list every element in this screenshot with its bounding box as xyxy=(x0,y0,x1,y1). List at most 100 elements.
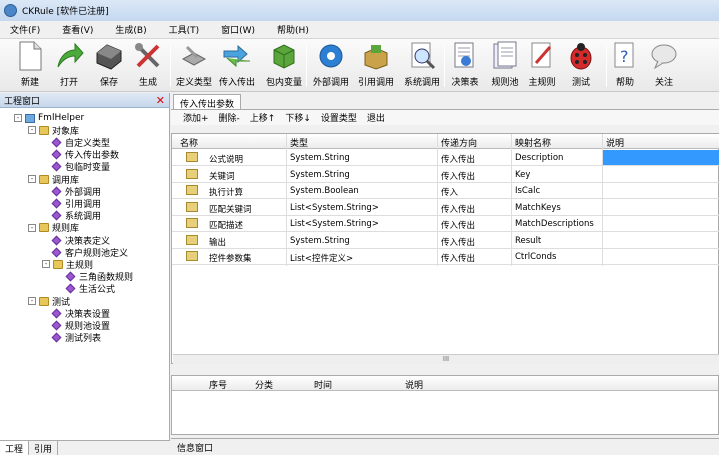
collapse-toggle[interactable]: - xyxy=(14,114,22,122)
menu-help[interactable]: 帮助(H) xyxy=(277,23,309,36)
cell-map[interactable]: CtrlConds xyxy=(515,252,556,262)
reference-call-button[interactable]: 引用调用 xyxy=(354,41,398,88)
tree-node[interactable]: 客户规则池定义 xyxy=(42,246,128,259)
package-variable-button[interactable]: 包内变量 xyxy=(262,41,306,88)
cell-type[interactable]: System.String xyxy=(290,153,350,163)
save-button[interactable]: 保存 xyxy=(87,41,131,88)
tree-node[interactable]: 自定义类型 xyxy=(42,136,110,149)
tree-node[interactable]: 决策表定义 xyxy=(42,234,110,247)
move-up-button[interactable]: 上移↑ xyxy=(250,111,276,124)
column-header-mapping[interactable]: 映射名称 xyxy=(515,136,551,149)
cell-name[interactable]: 控件参数集 xyxy=(209,252,252,264)
cell-map[interactable]: MatchKeys xyxy=(515,203,561,213)
info-column-index[interactable]: 序号 xyxy=(209,378,227,391)
cell-dir[interactable]: 传入 xyxy=(441,186,458,198)
menu-window[interactable]: 窗口(W) xyxy=(221,23,255,36)
cell-map[interactable]: Key xyxy=(515,170,530,180)
test-button[interactable]: 测试 xyxy=(559,41,603,88)
new-button[interactable]: 新建 xyxy=(8,41,52,88)
tree-node[interactable]: 生活公式 xyxy=(56,283,115,295)
tab-info-window[interactable]: 信息窗口 xyxy=(171,438,719,454)
cell-name[interactable]: 关键词 xyxy=(209,170,235,182)
cell-dir[interactable]: 传入传出 xyxy=(441,252,475,264)
table-row[interactable]: 公式说明 System.String 传入传出 Description xyxy=(172,150,719,166)
tree-node[interactable]: 引用调用 xyxy=(42,197,101,210)
cell-dir[interactable]: 传入传出 xyxy=(441,170,475,182)
column-header-direction[interactable]: 传递方向 xyxy=(441,136,477,149)
tree-node[interactable]: 传入传出参数 xyxy=(42,149,119,161)
tab-project[interactable]: 工程 xyxy=(0,441,30,455)
horizontal-scrollbar[interactable]: III xyxy=(173,354,719,364)
system-call-button[interactable]: 系统调用 xyxy=(400,41,444,88)
table-row[interactable]: 输出 System.String 传入传出 Result xyxy=(172,233,719,249)
menu-view[interactable]: 查看(V) xyxy=(62,23,93,36)
tree-node[interactable]: - 测试 xyxy=(28,295,70,308)
collapse-toggle[interactable]: - xyxy=(28,223,36,232)
collapse-toggle[interactable]: - xyxy=(28,297,36,305)
tree-node[interactable]: 包临时变量 xyxy=(42,161,110,173)
cell-dir[interactable]: 传入传出 xyxy=(441,153,475,165)
add-button[interactable]: 添加+ xyxy=(183,111,209,124)
table-row[interactable]: 控件参数集 List<控件定义> 传入传出 CtrlConds xyxy=(172,249,719,265)
cell-type[interactable]: List<控件定义> xyxy=(290,252,353,264)
table-row[interactable]: 匹配描述 List<System.String> 传入传出 MatchDescript… xyxy=(172,216,719,232)
collapse-toggle[interactable]: - xyxy=(28,126,36,135)
tree-node[interactable]: - 规则库 xyxy=(28,222,79,234)
tree-node[interactable]: 规则池设置 xyxy=(42,319,110,332)
cell-map[interactable]: Result xyxy=(515,236,541,246)
cell-type[interactable]: System.String xyxy=(290,170,350,180)
info-column-description[interactable]: 说明 xyxy=(405,378,423,391)
table-row[interactable]: 执行计算 System.Boolean 传入 IsCalc xyxy=(172,183,719,199)
info-column-time[interactable]: 时间 xyxy=(314,378,332,391)
tree-node[interactable]: 三角函数规则 xyxy=(56,271,133,283)
cell-type[interactable]: List<System.String> xyxy=(290,203,379,213)
tree-node[interactable]: 测试列表 xyxy=(42,332,101,344)
cell-map[interactable]: IsCalc xyxy=(515,186,540,196)
build-button[interactable]: 生成 xyxy=(126,41,170,88)
cell-dir[interactable]: 传入传出 xyxy=(441,236,475,248)
menu-file[interactable]: 文件(F) xyxy=(10,23,40,36)
tab-io-params[interactable]: 传入传出参数 xyxy=(173,94,242,110)
cell-type[interactable]: System.String xyxy=(290,236,350,246)
cell-desc[interactable] xyxy=(603,150,719,165)
tree-node[interactable]: 决策表设置 xyxy=(42,307,110,320)
external-call-button[interactable]: 外部调用 xyxy=(309,41,353,88)
cell-name[interactable]: 匹配关键词 xyxy=(209,203,252,215)
menu-tools[interactable]: 工具(T) xyxy=(169,23,200,36)
column-header-name[interactable]: 名称 xyxy=(180,136,198,149)
open-button[interactable]: 打开 xyxy=(47,41,91,88)
tree-node[interactable]: - 调用库 xyxy=(28,173,79,186)
main-rule-button[interactable]: 主规则 xyxy=(520,41,564,88)
cell-name[interactable]: 执行计算 xyxy=(209,186,243,198)
collapse-toggle[interactable]: - xyxy=(42,260,50,269)
close-icon[interactable]: ✕ xyxy=(156,94,165,107)
cell-name[interactable]: 输出 xyxy=(209,236,226,248)
tree-node[interactable]: - FmlHelper xyxy=(14,112,84,124)
move-down-button[interactable]: 下移↓ xyxy=(285,111,311,124)
tree-node[interactable]: - 主规则 xyxy=(42,258,93,271)
tree-node[interactable]: 系统调用 xyxy=(42,210,101,222)
column-header-description[interactable]: 说明 xyxy=(606,136,624,149)
define-type-button[interactable]: 定义类型 xyxy=(172,41,216,88)
cell-name[interactable]: 公式说明 xyxy=(209,153,243,165)
delete-button[interactable]: 删除- xyxy=(219,111,240,124)
io-button[interactable]: 传入传出 xyxy=(215,41,259,88)
cell-dir[interactable]: 传入传出 xyxy=(441,203,475,215)
cell-name[interactable]: 匹配描述 xyxy=(209,219,243,231)
cell-map[interactable]: Description xyxy=(515,153,563,163)
help-button[interactable]: ? 帮助 xyxy=(603,41,647,88)
exit-button[interactable]: 退出 xyxy=(367,111,385,124)
tab-reference[interactable]: 引用 xyxy=(29,441,59,455)
table-row[interactable]: 匹配关键词 List<System.String> 传入传出 MatchKeys xyxy=(172,200,719,216)
collapse-toggle[interactable]: - xyxy=(28,175,36,183)
cell-type[interactable]: List<System.String> xyxy=(290,219,379,229)
tree-node[interactable]: 外部调用 xyxy=(42,185,101,198)
cell-type[interactable]: System.Boolean xyxy=(290,186,359,196)
table-row[interactable]: 关键词 System.String 传入传出 Key xyxy=(172,167,719,183)
set-type-button[interactable]: 设置类型 xyxy=(321,111,357,124)
cell-dir[interactable]: 传入传出 xyxy=(441,219,475,231)
cell-map[interactable]: MatchDescriptions xyxy=(515,219,594,229)
about-button[interactable]: 关注 xyxy=(642,41,686,88)
decision-table-button[interactable]: 决策表 xyxy=(443,41,487,88)
column-header-type[interactable]: 类型 xyxy=(290,136,308,149)
